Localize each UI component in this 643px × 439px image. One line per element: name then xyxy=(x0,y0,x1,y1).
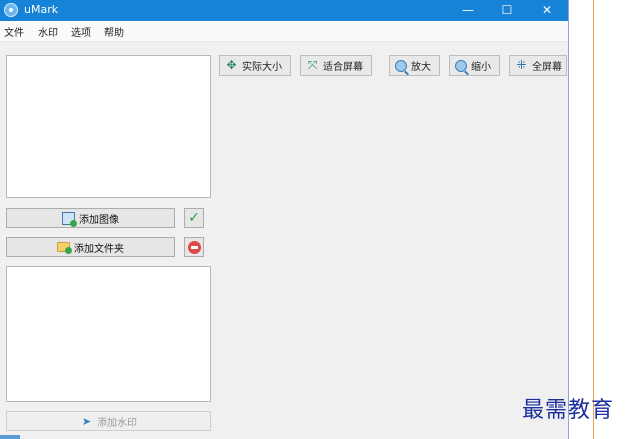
preview-area xyxy=(218,85,567,435)
taskbar-strip xyxy=(0,435,20,439)
zoom-out-label: 缩小 xyxy=(471,62,491,73)
minimize-button[interactable]: — xyxy=(448,0,488,21)
fullscreen-label: 全屏幕 xyxy=(532,62,562,73)
actual-size-label: 实际大小 xyxy=(242,62,282,73)
add-image-icon xyxy=(62,211,77,227)
confirm-button[interactable]: ✓ xyxy=(184,208,204,228)
add-folder-label: 添加文件夹 xyxy=(74,243,124,255)
zoom-out-button[interactable]: 缩小 xyxy=(449,55,500,76)
zoom-in-label: 放大 xyxy=(411,62,431,73)
add-folder-button[interactable]: 添加文件夹 xyxy=(6,237,175,257)
zoom-in-button[interactable]: 放大 xyxy=(389,55,440,76)
app-logo-icon xyxy=(4,3,18,17)
title-bar[interactable]: uMark — ☐ ✕ xyxy=(0,0,568,21)
add-watermark-label: 添加水印 xyxy=(97,417,137,429)
actual-size-button[interactable]: ✥ 实际大小 xyxy=(219,55,291,76)
fit-screen-label: 适合屏幕 xyxy=(323,62,363,73)
watermark-list-panel[interactable] xyxy=(6,266,211,402)
menu-file[interactable]: 文件 xyxy=(4,24,24,39)
overlay-watermark-text: 最需教育 xyxy=(522,398,615,423)
remove-icon xyxy=(187,240,201,254)
add-folder-icon xyxy=(57,242,72,254)
fit-screen-button[interactable]: ⤧ 适合屏幕 xyxy=(300,55,372,76)
maximize-button[interactable]: ☐ xyxy=(487,0,527,21)
close-button[interactable]: ✕ xyxy=(527,0,567,21)
stamp-icon: ➤ xyxy=(81,414,92,428)
image-list-panel[interactable] xyxy=(6,55,211,198)
menu-options[interactable]: 选项 xyxy=(71,24,91,39)
remove-button[interactable] xyxy=(184,237,204,257)
fullscreen-button[interactable]: ⁜ 全屏幕 xyxy=(509,55,567,76)
app-window: uMark — ☐ ✕ 文件 水印 选项 帮助 添加图像 ✓ 添加文件夹 ➤ 添… xyxy=(0,0,569,439)
menu-help[interactable]: 帮助 xyxy=(104,24,124,39)
add-image-label: 添加图像 xyxy=(79,214,119,226)
check-icon: ✓ xyxy=(188,210,200,226)
add-watermark-button[interactable]: ➤ 添加水印 xyxy=(6,411,211,431)
fullscreen-icon: ⁜ xyxy=(516,58,527,72)
fit-icon: ⤧ xyxy=(307,58,318,72)
zoom-out-icon xyxy=(455,59,467,72)
window-title: uMark xyxy=(24,3,59,16)
arrows-icon: ✥ xyxy=(226,58,237,72)
zoom-in-icon xyxy=(395,59,407,72)
add-image-button[interactable]: 添加图像 xyxy=(6,208,175,228)
menu-watermark[interactable]: 水印 xyxy=(38,24,58,39)
accent-line xyxy=(593,0,594,439)
menu-bar: 文件 水印 选项 帮助 xyxy=(0,21,568,42)
